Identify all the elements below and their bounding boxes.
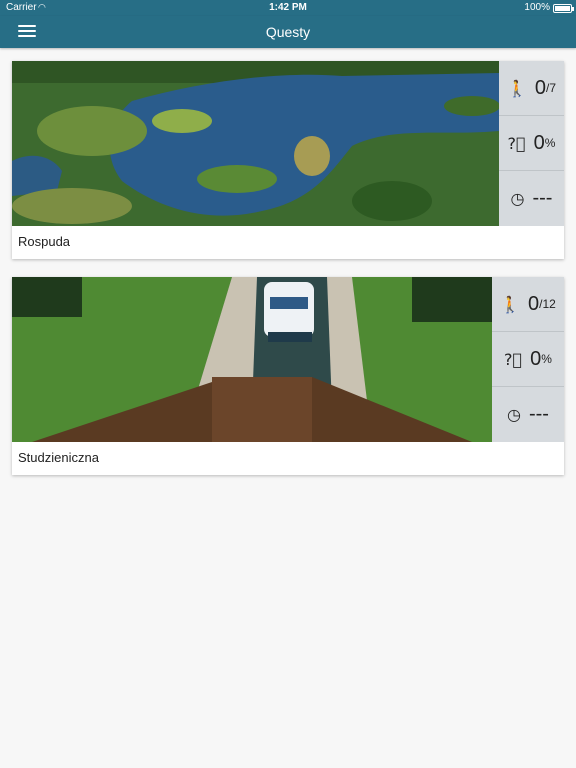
progress-unit: %	[541, 352, 552, 366]
quest-card-studzieniczna[interactable]: 🚶 0/12 ?⃝ 0% ◷ --- Studzieniczna	[12, 277, 564, 475]
quest-name: Studzieniczna	[18, 450, 99, 465]
quest-stats-rospuda: 🚶 0/7 ?⃝ 0% ◷ ---	[499, 61, 564, 226]
walking-person-icon: 🚶	[500, 294, 521, 314]
quest-image-rospuda	[12, 61, 499, 226]
progress-value: 0	[530, 347, 542, 370]
nav-bar: Questy	[0, 16, 576, 48]
status-bar: Carrier ◠ 1:42 PM 100%	[0, 0, 576, 16]
battery-icon	[553, 4, 574, 13]
time-stat: ◷ ---	[499, 171, 564, 226]
steps-value: 0	[534, 76, 547, 99]
battery-percent: 100%	[524, 2, 550, 13]
time-value: ---	[528, 403, 549, 425]
quest-name: Rospuda	[18, 234, 71, 249]
time-value: ---	[532, 187, 553, 209]
question-circle-icon: ?⃝	[507, 133, 526, 153]
question-circle-icon: ?⃝	[504, 349, 523, 369]
quest-image-studzieniczna	[12, 277, 492, 442]
steps-stat: 🚶 0/12	[492, 277, 564, 332]
steps-stat: 🚶 0/7	[499, 61, 564, 116]
status-time: 1:42 PM	[269, 2, 307, 13]
progress-stat: ?⃝ 0%	[492, 332, 564, 387]
walking-person-icon: 🚶	[506, 78, 527, 98]
page-title: Questy	[265, 24, 311, 40]
steps-total: /12	[539, 297, 556, 311]
progress-value: 0	[533, 131, 545, 154]
time-stat: ◷ ---	[492, 387, 564, 442]
progress-stat: ?⃝ 0%	[499, 116, 564, 171]
clock-icon: ◷	[507, 405, 521, 424]
quest-card-rospuda[interactable]: 🚶 0/7 ?⃝ 0% ◷ --- Rospuda	[12, 61, 564, 259]
quest-stats-studzieniczna: 🚶 0/12 ?⃝ 0% ◷ ---	[492, 277, 564, 442]
clock-icon: ◷	[510, 189, 525, 208]
steps-value: 0	[528, 292, 540, 315]
progress-unit: %	[544, 136, 556, 150]
steps-total: /7	[546, 81, 557, 95]
